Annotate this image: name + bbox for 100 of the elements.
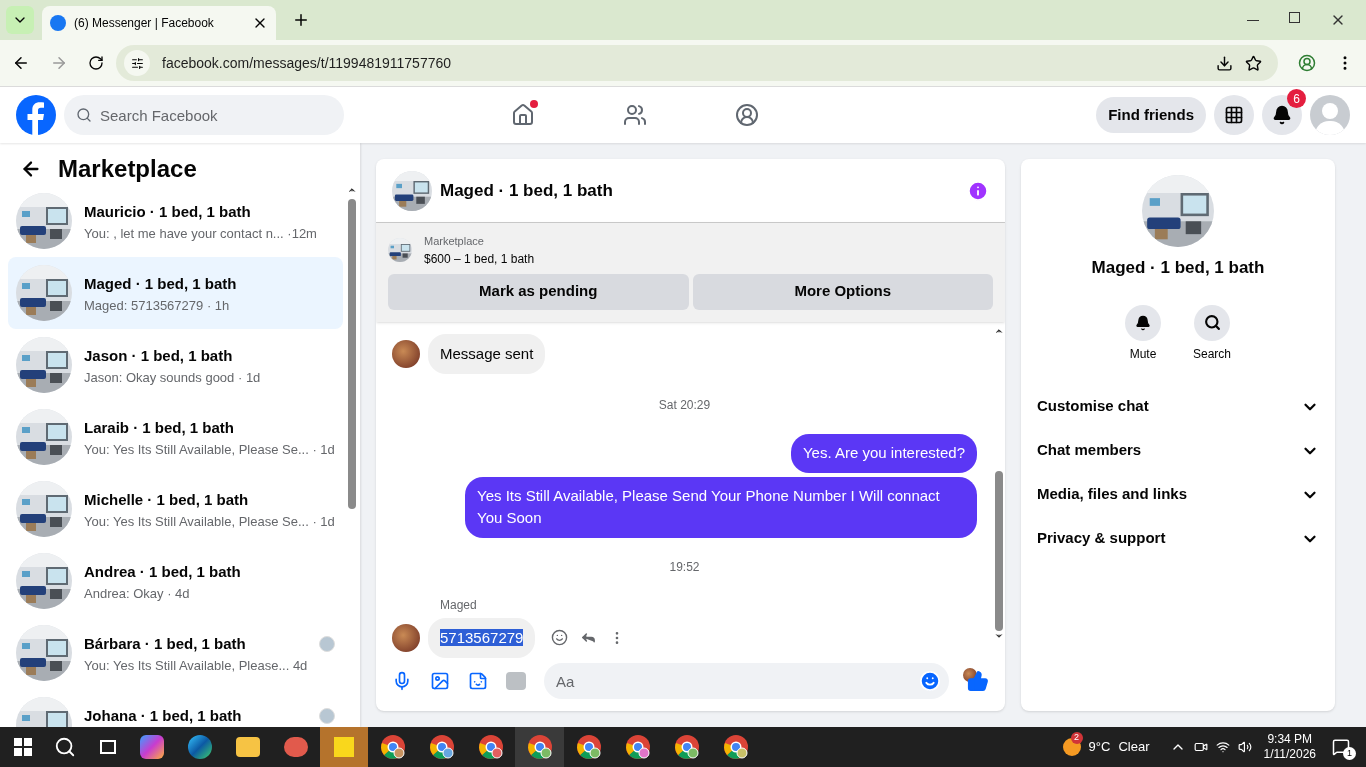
message-text: 5713567279 — [440, 628, 524, 646]
conversation-preview: Andrea: Okay · 4d — [84, 584, 191, 603]
photo-icon[interactable] — [430, 671, 450, 691]
message-text: Message sent — [440, 344, 534, 362]
notification-badge: 6 — [1287, 89, 1306, 108]
temperature: 9°C — [1088, 738, 1111, 757]
network-icon[interactable] — [1215, 740, 1230, 754]
info-icon[interactable] — [967, 179, 989, 202]
section-row[interactable]: Privacy & support — [1037, 516, 1319, 561]
conversation-name: Bárbara · 1 bed, 1 bath — [84, 634, 247, 654]
scrollbar-thumb[interactable] — [348, 199, 357, 509]
search-icon — [76, 107, 92, 123]
browser-icon[interactable] — [722, 734, 749, 760]
section-label: Media, files and links — [1037, 484, 1188, 505]
conversation-item[interactable]: Maged · 1 bed, 1 bath Maged: 5713567279 · 1h — [8, 257, 344, 329]
conversation-name: Andrea · 1 bed, 1 bath — [84, 562, 242, 582]
browser-icon[interactable] — [575, 734, 602, 760]
volume-icon[interactable] — [1237, 740, 1252, 754]
menu-button[interactable] — [1214, 95, 1254, 135]
message-field[interactable]: Aa — [544, 663, 949, 699]
panel-title: Marketplace — [58, 154, 197, 184]
react-icon[interactable] — [551, 629, 569, 647]
search-icon — [1203, 314, 1221, 331]
timestamp: 19:52 — [668, 558, 701, 576]
reload-icon[interactable] — [88, 55, 104, 71]
clock-time[interactable]: 9:34 PM — [1267, 732, 1313, 747]
timestamp: Sat 20:29 — [657, 397, 712, 414]
start-icon[interactable] — [14, 738, 32, 756]
conversation-item[interactable]: Bárbara · 1 bed, 1 bath You: Yes Its Still Available, Please... 4d — [8, 617, 344, 689]
camera-icon[interactable] — [1193, 740, 1208, 754]
weather-condition: Clear — [1118, 738, 1150, 757]
message-bubble[interactable]: 5713567279 — [428, 617, 536, 658]
notification-center-icon[interactable] — [1332, 738, 1350, 756]
browser-tab[interactable]: (6) Messenger | Facebook — [42, 6, 276, 40]
message-bubble[interactable]: Yes Its Still Available, Please Send Your Phone Number I Will connact You Soon — [465, 476, 977, 538]
grid-icon — [1224, 105, 1244, 125]
back-icon[interactable] — [12, 54, 30, 72]
bookmark-icon[interactable] — [1245, 54, 1262, 72]
browser-icon[interactable] — [624, 734, 651, 760]
weather-badge: 2 — [1070, 732, 1083, 744]
search-icon[interactable] — [54, 736, 76, 758]
conversation-preview: You: , let me have your contact n... ·12m — [84, 224, 318, 243]
find-friends-button[interactable]: Find friends — [1096, 97, 1206, 133]
forward-icon[interactable] — [50, 54, 68, 72]
bell-icon — [1135, 314, 1151, 331]
friends-icon[interactable] — [623, 103, 648, 127]
microphone-icon[interactable] — [392, 671, 412, 691]
facebook-logo[interactable] — [16, 95, 56, 135]
scroll-up-icon[interactable] — [347, 185, 358, 195]
sender-name: Maged — [440, 596, 478, 614]
conversation-name: Johana · 1 bed, 1 bath — [84, 706, 243, 726]
sticker-icon[interactable] — [468, 671, 488, 691]
emoji-icon[interactable] — [919, 670, 941, 692]
contact-name: Maged · 1 bed, 1 bath — [1091, 257, 1265, 279]
bell-icon — [1272, 105, 1292, 125]
conversation-name: Maged · 1 bed, 1 bath — [84, 274, 238, 294]
section-row[interactable]: Chat members — [1037, 428, 1319, 473]
conversation-item[interactable]: Mauricio · 1 bed, 1 bath You: , let me have your contact n... ·12m — [8, 185, 344, 257]
conversation-item[interactable]: Michelle · 1 bed, 1 bath You: Yes Its Still Available, Please Se... · 1d — [8, 473, 344, 545]
conversation-preview: You: Yes Its Still Available, Please Se... · 1d — [84, 512, 336, 531]
task-view-icon[interactable] — [100, 740, 116, 754]
listing-action-button[interactable]: More Options — [692, 273, 993, 310]
groups-icon[interactable] — [735, 103, 760, 127]
address-bar[interactable]: facebook.com/messages/t/1199481911757760 — [116, 45, 1278, 81]
conversation-preview: Jason: Okay sounds good · 1d — [84, 368, 262, 387]
listing-action-button[interactable]: Mark as pending — [388, 273, 689, 310]
conversation-item[interactable]: Jason · 1 bed, 1 bath Jason: Okay sounds good · 1d — [8, 329, 344, 401]
section-row[interactable]: Media, files and links — [1037, 472, 1319, 517]
like-icon[interactable] — [967, 670, 989, 692]
browser-icon[interactable] — [477, 734, 504, 760]
search-field[interactable]: Search Facebook — [64, 95, 344, 135]
browser-icon[interactable] — [526, 734, 553, 760]
scrollbar-thumb[interactable] — [995, 470, 1003, 631]
folder-icon[interactable] — [236, 737, 260, 757]
section-row[interactable]: Customise chat — [1037, 384, 1319, 429]
restore-icon[interactable] — [1289, 12, 1300, 23]
browser-icon[interactable] — [673, 734, 700, 760]
conversation-name: Mauricio · 1 bed, 1 bath — [84, 202, 252, 222]
url-text: facebook.com/messages/t/1199481911757760 — [162, 53, 453, 73]
notifications-button[interactable] — [1262, 95, 1302, 135]
section-label: Chat members — [1037, 440, 1142, 461]
site-settings-icon[interactable] — [124, 50, 150, 76]
home-icon[interactable] — [511, 103, 536, 127]
install-icon[interactable] — [1216, 54, 1233, 72]
conversation-name: Michelle · 1 bed, 1 bath — [84, 490, 250, 510]
conversation-preview: You: Yes Its Still Available, Please Se... · 1d — [84, 440, 336, 459]
conversation-preview: Maged: 5713567279 · 1h — [84, 296, 231, 315]
conversation-item[interactable]: Andrea · 1 bed, 1 bath Andrea: Okay · 4d — [8, 545, 344, 617]
conversation-name: Laraib · 1 bed, 1 bath — [84, 418, 236, 438]
avatar — [392, 339, 420, 368]
browser-icon[interactable] — [379, 734, 406, 760]
message-bubble[interactable]: Message sent — [428, 333, 546, 374]
clock-date[interactable]: 1/11/2026 — [1263, 747, 1316, 762]
profile-icon[interactable] — [1298, 54, 1316, 72]
new-tab-icon[interactable] — [292, 11, 310, 29]
message-bubble[interactable]: Yes. Are you interested? — [790, 434, 977, 473]
conversation-preview: You: Yes Its Still Available, Please... 4d — [84, 656, 308, 675]
conversation-item[interactable]: Laraib · 1 bed, 1 bath You: Yes Its Still Available, Please Se... · 1d — [8, 401, 344, 473]
tab-menu-button[interactable] — [6, 6, 34, 34]
browser-icon[interactable] — [428, 734, 455, 760]
